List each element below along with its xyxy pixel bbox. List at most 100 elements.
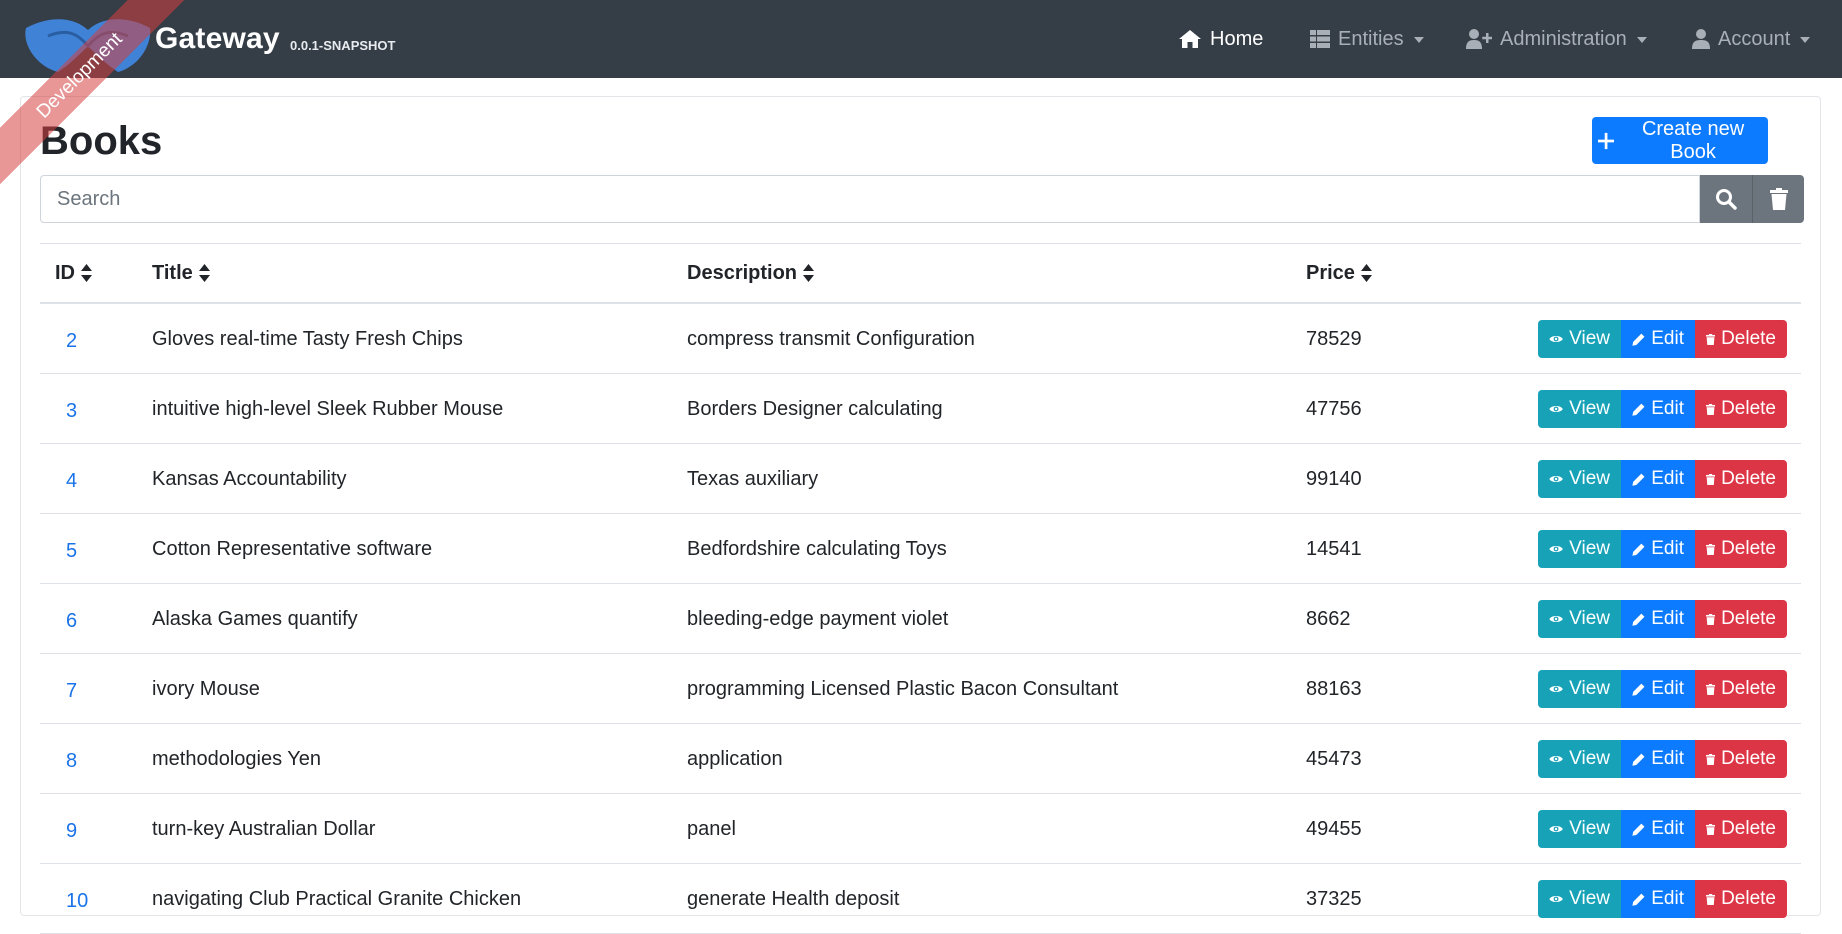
delete-button[interactable]: Delete [1695, 530, 1787, 568]
trash-icon [1706, 333, 1716, 345]
pencil-icon [1632, 893, 1645, 906]
view-button[interactable]: View [1538, 530, 1621, 568]
row-actions: View Edit Delete [1538, 670, 1787, 708]
edit-button[interactable]: Edit [1621, 390, 1695, 428]
delete-button[interactable]: Delete [1695, 390, 1787, 428]
user-icon [1692, 29, 1710, 49]
edit-button-label: Edit [1651, 468, 1684, 489]
view-button-label: View [1569, 608, 1610, 629]
search-button[interactable] [1700, 175, 1752, 223]
edit-button[interactable]: Edit [1621, 740, 1695, 778]
plus-icon [1598, 132, 1615, 149]
brand-title[interactable]: Gateway [155, 22, 280, 56]
row-id-link[interactable]: 3 [66, 374, 77, 444]
view-button[interactable]: View [1538, 320, 1621, 358]
view-button[interactable]: View [1538, 810, 1621, 848]
row-id-link[interactable]: 2 [66, 304, 77, 374]
column-header-id[interactable]: ID [55, 244, 92, 302]
create-new-book-button[interactable]: Create new Book [1592, 117, 1768, 164]
row-title: Kansas Accountability [152, 467, 347, 490]
edit-button[interactable]: Edit [1621, 600, 1695, 638]
trash-icon [1706, 823, 1716, 835]
row-actions: View Edit Delete [1538, 320, 1787, 358]
delete-button-label: Delete [1721, 398, 1776, 419]
create-button-label: Create new Book [1641, 117, 1745, 163]
trash-icon [1706, 613, 1716, 625]
delete-button-label: Delete [1721, 328, 1776, 349]
delete-button[interactable]: Delete [1695, 810, 1787, 848]
nav-entities-label: Entities [1338, 27, 1404, 50]
view-button[interactable]: View [1538, 460, 1621, 498]
edit-button[interactable]: Edit [1621, 670, 1695, 708]
clear-search-button[interactable] [1752, 175, 1804, 223]
row-description: Borders Designer calculating [687, 397, 943, 420]
trash-icon [1769, 188, 1788, 210]
column-header-price[interactable]: Price [1306, 244, 1372, 302]
row-price: 45473 [1306, 747, 1362, 770]
user-plus-icon [1466, 29, 1492, 49]
row-id-link[interactable]: 5 [66, 514, 77, 584]
row-title: Gloves real-time Tasty Fresh Chips [152, 327, 463, 350]
row-actions: View Edit Delete [1538, 460, 1787, 498]
column-header-description[interactable]: Description [687, 244, 815, 302]
view-button[interactable]: View [1538, 880, 1621, 918]
delete-button-label: Delete [1721, 748, 1776, 769]
view-button-label: View [1569, 818, 1610, 839]
nav-administration[interactable]: Administration [1466, 0, 1647, 78]
table-row: 3 intuitive high-level Sleek Rubber Mous… [40, 374, 1801, 444]
view-button-label: View [1569, 468, 1610, 489]
delete-button[interactable]: Delete [1695, 740, 1787, 778]
view-button-label: View [1569, 398, 1610, 419]
delete-button[interactable]: Delete [1695, 320, 1787, 358]
column-header-label: Description [687, 261, 798, 284]
view-button-label: View [1569, 328, 1610, 349]
search-input[interactable] [40, 175, 1700, 223]
row-title: Cotton Representative software [152, 537, 433, 560]
delete-button[interactable]: Delete [1695, 460, 1787, 498]
view-button-label: View [1569, 748, 1610, 769]
nav-account[interactable]: Account [1692, 0, 1811, 78]
eye-icon [1549, 335, 1563, 343]
eye-icon [1549, 895, 1563, 903]
column-header-label: ID [55, 261, 75, 284]
row-id-link[interactable]: 8 [66, 724, 77, 794]
nav-home[interactable]: Home [1178, 0, 1263, 78]
row-title: methodologies Yen [152, 747, 322, 770]
pencil-icon [1632, 613, 1645, 626]
nav-entities[interactable]: Entities [1310, 0, 1424, 78]
delete-button[interactable]: Delete [1695, 670, 1787, 708]
row-description: compress transmit Configuration [687, 327, 975, 350]
edit-button[interactable]: Edit [1621, 460, 1695, 498]
delete-button-label: Delete [1721, 608, 1776, 629]
view-button[interactable]: View [1538, 740, 1621, 778]
edit-button[interactable]: Edit [1621, 320, 1695, 358]
row-description: programming Licensed Plastic Bacon Consu… [687, 677, 1119, 700]
view-button-label: View [1569, 538, 1610, 559]
row-id-link[interactable]: 7 [66, 654, 77, 724]
row-id-link[interactable]: 9 [66, 794, 77, 864]
row-id-link[interactable]: 10 [66, 864, 88, 934]
edit-button[interactable]: Edit [1621, 530, 1695, 568]
row-price: 14541 [1306, 537, 1362, 560]
row-id-link[interactable]: 6 [66, 584, 77, 654]
view-button[interactable]: View [1538, 670, 1621, 708]
trash-icon [1706, 753, 1716, 765]
row-price: 49455 [1306, 817, 1362, 840]
row-title: navigating Club Practical Granite Chicke… [152, 887, 522, 910]
edit-button[interactable]: Edit [1621, 810, 1695, 848]
gateway-logo-icon[interactable] [18, 14, 156, 76]
table-row: 5 Cotton Representative software Bedford… [40, 514, 1801, 584]
delete-button[interactable]: Delete [1695, 600, 1787, 638]
view-button[interactable]: View [1538, 600, 1621, 638]
column-header-title[interactable]: Title [152, 244, 210, 302]
pencil-icon [1632, 403, 1645, 416]
view-button-label: View [1569, 888, 1610, 909]
delete-button[interactable]: Delete [1695, 880, 1787, 918]
row-description: application [687, 747, 783, 770]
view-button[interactable]: View [1538, 390, 1621, 428]
table-row: 10 navigating Club Practical Granite Chi… [40, 864, 1801, 934]
edit-button-label: Edit [1651, 818, 1684, 839]
edit-button-label: Edit [1651, 538, 1684, 559]
edit-button[interactable]: Edit [1621, 880, 1695, 918]
row-id-link[interactable]: 4 [66, 444, 77, 514]
